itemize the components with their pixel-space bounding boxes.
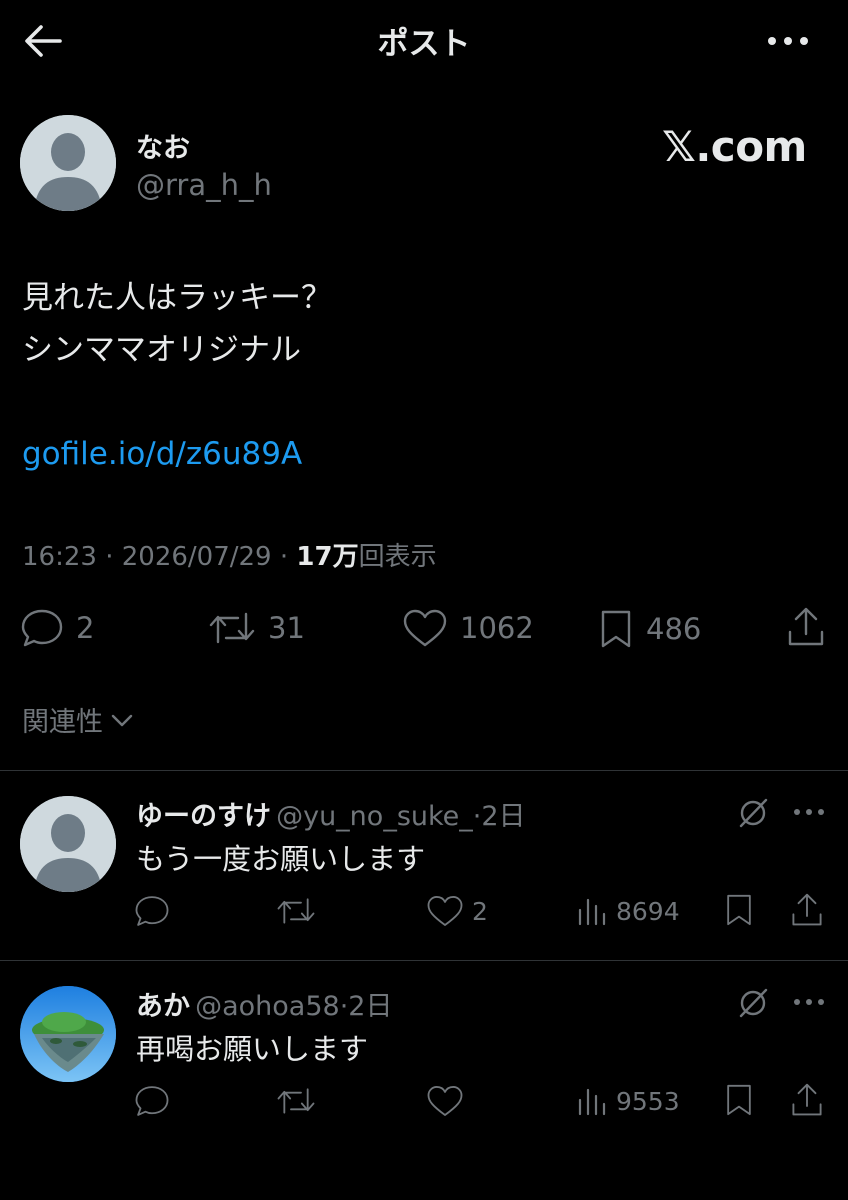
reply-author-name[interactable]: ゆーのすけ xyxy=(136,801,271,832)
post-time: 16:23 xyxy=(22,542,97,572)
analytics-icon xyxy=(578,898,606,926)
reply-bookmark-button[interactable] xyxy=(724,1082,754,1118)
post-date: 2026/07/29 xyxy=(121,542,272,572)
share-button[interactable] xyxy=(786,606,826,648)
share-icon xyxy=(792,893,822,926)
repost-icon xyxy=(277,1088,315,1114)
share-icon xyxy=(788,607,824,646)
reply-view-count: 9553 xyxy=(616,1086,680,1116)
comment-icon xyxy=(21,609,63,647)
reply-views-button[interactable]: 9553 xyxy=(576,1084,680,1118)
grok-icon xyxy=(739,988,768,1018)
reply-avatar[interactable] xyxy=(20,796,116,892)
bookmark-count: 486 xyxy=(646,612,702,646)
sort-label: 関連性 xyxy=(22,707,103,738)
reply-bookmark-button[interactable] xyxy=(724,892,754,928)
view-count: 17万 xyxy=(296,542,359,572)
reply-text: もう一度お願いします xyxy=(136,842,426,876)
analytics-icon xyxy=(578,1088,606,1116)
reply-text: 再喝お願いします xyxy=(136,1032,369,1066)
meta-separator: · xyxy=(105,542,114,572)
post-meta: 16:23 · 2026/07/29 · 17万回表示 xyxy=(22,536,437,573)
chevron-down-icon xyxy=(111,714,133,726)
comment-icon xyxy=(135,1086,169,1116)
author-avatar[interactable] xyxy=(20,115,116,211)
post-text-line-1: 見れた人はラッキー？ xyxy=(22,280,332,316)
reply-like-count: 2 xyxy=(472,896,488,926)
reply-share-button[interactable] xyxy=(790,892,824,928)
view-label: 回表示 xyxy=(358,542,437,572)
grok-button[interactable] xyxy=(736,796,770,830)
repost-icon xyxy=(209,612,255,644)
reply-button[interactable]: 2 xyxy=(20,608,94,648)
reply-views-button[interactable]: 8694 xyxy=(576,894,680,928)
reply-more-button[interactable] xyxy=(792,990,826,1014)
reply-author-handle[interactable]: @aohoa58 xyxy=(195,991,340,1022)
divider xyxy=(0,770,848,771)
bookmark-button[interactable]: 486 xyxy=(598,608,701,650)
page-title: ポスト xyxy=(377,26,471,62)
divider xyxy=(0,960,848,961)
author-name[interactable]: なお xyxy=(136,126,190,165)
floating-island-avatar-image xyxy=(20,986,116,1082)
more-dots-icon xyxy=(794,809,824,815)
grok-button[interactable] xyxy=(736,986,770,1020)
reply-author-name[interactable]: あか xyxy=(136,991,190,1022)
reply-author-handle[interactable]: @yu_no_suke_ xyxy=(276,801,473,832)
meta-separator: · xyxy=(339,991,349,1022)
reply-repost-button[interactable] xyxy=(276,894,316,928)
heart-icon xyxy=(427,896,463,926)
reply-age: 2日 xyxy=(348,991,393,1022)
grok-icon xyxy=(739,798,768,828)
heart-icon xyxy=(427,1086,463,1116)
sort-selector[interactable]: 関連性 xyxy=(22,700,135,739)
reply-like-button[interactable]: 2 xyxy=(426,894,488,928)
reply-more-button[interactable] xyxy=(792,800,826,824)
like-count: 1062 xyxy=(460,611,534,645)
reply-comment-button[interactable] xyxy=(134,1084,170,1118)
more-options-button[interactable] xyxy=(764,28,812,54)
reply-count: 2 xyxy=(76,611,95,645)
reply-like-button[interactable] xyxy=(426,1084,472,1118)
default-avatar-icon xyxy=(20,796,116,892)
like-button[interactable]: 1062 xyxy=(402,608,534,648)
repost-count: 31 xyxy=(268,611,305,645)
reply-avatar[interactable] xyxy=(20,986,116,1082)
more-dots-icon xyxy=(768,37,808,45)
meta-separator: · xyxy=(279,542,289,572)
reply-comment-button[interactable] xyxy=(134,894,170,928)
reply-view-count: 8694 xyxy=(616,896,680,926)
reply-header: あか @aohoa58·2日 xyxy=(136,984,392,1023)
x-com-watermark: 𝕏.com xyxy=(662,122,807,171)
repost-icon xyxy=(277,898,315,924)
reply-header: ゆーのすけ @yu_no_suke_·2日 xyxy=(136,794,526,833)
author-handle[interactable]: @rra_h_h xyxy=(136,168,272,202)
comment-icon xyxy=(135,896,169,926)
bookmark-icon xyxy=(727,1084,751,1116)
share-icon xyxy=(792,1083,822,1116)
bookmark-icon xyxy=(727,894,751,926)
post-text-line-2: シンママオリジナル xyxy=(22,332,301,368)
reply-repost-button[interactable] xyxy=(276,1084,316,1118)
reply-age: 2日 xyxy=(481,801,526,832)
repost-button[interactable]: 31 xyxy=(208,608,305,648)
default-avatar-icon xyxy=(20,115,116,211)
bookmark-icon xyxy=(601,610,631,648)
heart-icon xyxy=(403,609,447,647)
more-dots-icon xyxy=(794,999,824,1005)
reply-share-button[interactable] xyxy=(790,1082,824,1118)
post-link[interactable]: gofile.io/d/z6u89A xyxy=(22,436,302,472)
